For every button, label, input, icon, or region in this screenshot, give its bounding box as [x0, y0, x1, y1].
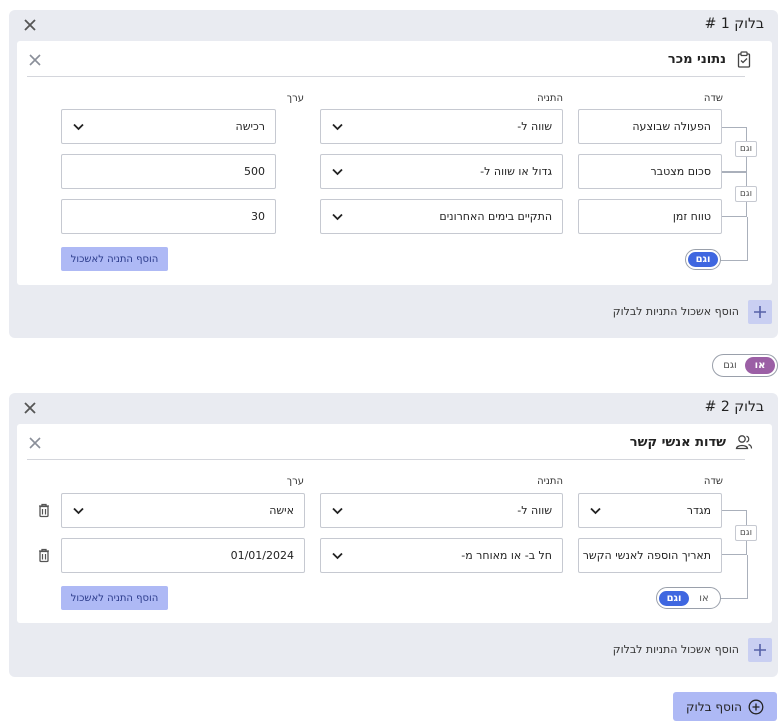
plus-circle-icon: [748, 699, 764, 715]
card-1-separator: [27, 76, 745, 77]
delete-row-trash-icon[interactable]: [36, 547, 52, 563]
or-toggle-inactive[interactable]: או: [690, 591, 718, 606]
col-value-label: ערך: [286, 476, 304, 487]
add-group-plus-icon[interactable]: [748, 300, 772, 324]
connector-trunk: [747, 217, 748, 260]
chevron-down-icon: [331, 550, 343, 562]
delete-row-trash-icon[interactable]: [36, 502, 52, 518]
col-field-label: שדה: [703, 93, 723, 104]
value-input[interactable]: 500: [61, 154, 276, 189]
card-2-close-icon[interactable]: [27, 435, 43, 451]
and-or-toggle[interactable]: וגם או: [656, 587, 721, 609]
condition-select[interactable]: חל ב- או מאוחר מ-: [320, 538, 563, 573]
value-text: 500: [244, 165, 265, 178]
value-text: 01/01/2024: [230, 549, 294, 562]
and-toggle[interactable]: וגם: [685, 249, 721, 270]
connector-foot: [720, 260, 748, 261]
condition-value: שווה ל-: [517, 120, 552, 133]
value-select[interactable]: רכישה: [61, 109, 276, 144]
card-2-title: שדות אנשי קשר: [629, 435, 726, 450]
chevron-down-icon: [578, 550, 579, 562]
field-value: סכום מצטבר: [650, 165, 711, 178]
add-block-label: הוסף בלוק: [686, 699, 742, 714]
block-1-title: בלוק 1 #: [704, 16, 764, 32]
add-group-plus-icon[interactable]: [748, 638, 772, 662]
field-value: טווח זמן: [672, 210, 711, 223]
field-select[interactable]: הפעולה שבוצעה: [578, 109, 722, 144]
value-text: אישה: [269, 504, 294, 517]
chevron-down-icon: [331, 211, 343, 223]
card-1-close-icon[interactable]: [27, 52, 43, 68]
condition-select[interactable]: גדול או שווה ל-: [320, 154, 563, 189]
condition-value: גדול או שווה ל-: [480, 165, 552, 178]
field-select[interactable]: סכום מצטבר: [578, 154, 722, 189]
add-condition-button[interactable]: הוסף התניה לאשכול: [61, 586, 168, 610]
block-connector-and[interactable]: וגם: [715, 357, 745, 374]
connector-foot: [720, 598, 748, 599]
block-2-title: בלוק 2 #: [704, 399, 764, 415]
field-value: תאריך הוספה לאנשי הקשר: [582, 549, 711, 562]
connector-trunk: [747, 555, 748, 598]
and-tag[interactable]: וגם: [735, 141, 757, 157]
field-select[interactable]: מגדר: [578, 493, 722, 528]
card-2-separator: [27, 459, 745, 460]
card-1-title: נתוני מכר: [667, 52, 726, 67]
block-1-close-icon[interactable]: [22, 17, 38, 33]
condition-select[interactable]: התקיים בימים האחרונים: [320, 199, 563, 234]
chevron-down-icon: [331, 166, 343, 178]
value-input[interactable]: 01/01/2024: [61, 538, 305, 573]
users-icon: [735, 434, 753, 450]
field-select[interactable]: תאריך הוספה לאנשי הקשר: [578, 538, 722, 573]
block-2-close-icon[interactable]: [22, 400, 38, 416]
and-tag[interactable]: וגם: [735, 525, 757, 541]
and-toggle-active[interactable]: וגם: [688, 252, 718, 267]
chevron-down-icon: [72, 121, 84, 133]
chevron-down-icon: [589, 505, 601, 517]
condition-value: חל ב- או מאוחר מ-: [461, 549, 552, 562]
value-text: רכישה: [235, 120, 265, 133]
and-tag[interactable]: וגם: [735, 186, 757, 202]
add-block-button[interactable]: הוסף בלוק: [673, 692, 777, 721]
add-group-link[interactable]: הוסף אשכול התניות לבלוק: [613, 643, 739, 656]
add-condition-button[interactable]: הוסף התניה לאשכול: [61, 247, 168, 271]
value-select[interactable]: אישה: [61, 493, 305, 528]
value-input[interactable]: 30: [61, 199, 276, 234]
col-condition-label: התניה: [537, 93, 563, 104]
value-text: 30: [251, 210, 265, 223]
field-value: מגדר: [686, 504, 711, 517]
col-condition-label: התניה: [537, 476, 563, 487]
condition-value: שווה ל-: [517, 504, 552, 517]
chevron-down-icon: [331, 121, 343, 133]
field-select[interactable]: טווח זמן: [578, 199, 722, 234]
clipboard-check-icon: [736, 51, 752, 68]
block-connector-toggle[interactable]: וגם או: [712, 354, 778, 377]
field-value: הפעולה שבוצעה: [632, 120, 711, 133]
chevron-down-icon: [331, 505, 343, 517]
block-connector-or[interactable]: או: [745, 357, 775, 374]
condition-select[interactable]: שווה ל-: [320, 493, 563, 528]
condition-value: התקיים בימים האחרונים: [439, 210, 552, 223]
chevron-down-icon: [72, 505, 84, 517]
col-value-label: ערך: [286, 93, 304, 104]
and-toggle-active[interactable]: וגם: [659, 590, 689, 606]
col-field-label: שדה: [703, 476, 723, 487]
add-group-link[interactable]: הוסף אשכול התניות לבלוק: [613, 305, 739, 318]
condition-select[interactable]: שווה ל-: [320, 109, 563, 144]
